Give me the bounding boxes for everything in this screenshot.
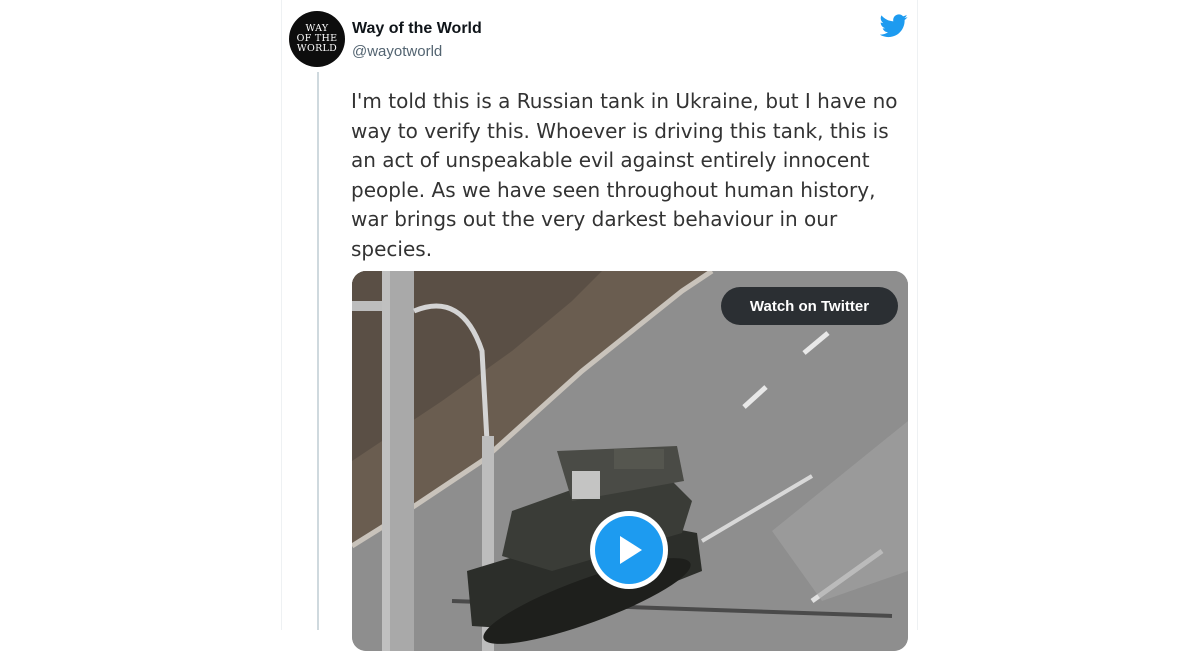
video-thumbnail	[352, 271, 908, 651]
avatar-logo: WAY OF THE WORLD	[296, 23, 338, 54]
twitter-bird-icon[interactable]	[880, 14, 908, 38]
watch-on-twitter-button[interactable]: Watch on Twitter	[721, 287, 898, 325]
thread-line	[317, 72, 319, 630]
play-icon	[620, 536, 642, 564]
play-button-inner	[595, 516, 663, 584]
tweet-text: I'm told this is a Russian tank in Ukrai…	[351, 89, 898, 261]
author-handle[interactable]: @wayotworld	[352, 43, 442, 60]
author-display-name[interactable]: Way of the World	[352, 20, 482, 38]
play-button[interactable]	[590, 511, 668, 589]
avatar[interactable]: WAY OF THE WORLD	[289, 11, 345, 67]
video-player[interactable]: Watch on Twitter	[352, 271, 908, 651]
tweet-card: WAY OF THE WORLD Way of the World @wayot…	[281, 0, 918, 651]
